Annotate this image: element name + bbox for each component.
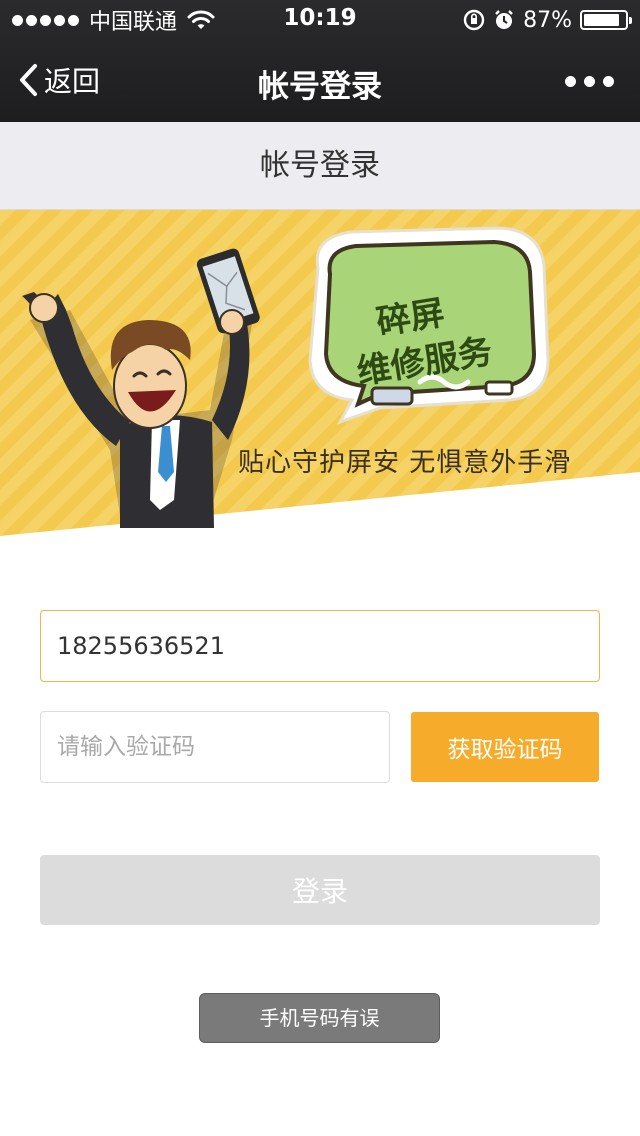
more-options-button[interactable] bbox=[565, 76, 614, 87]
status-right: 87% bbox=[463, 6, 632, 34]
more-dot-icon bbox=[584, 76, 595, 87]
banner-illustration bbox=[0, 210, 640, 536]
verification-code-input[interactable] bbox=[40, 711, 390, 783]
battery-percent: 87% bbox=[523, 7, 572, 33]
phone-number-input[interactable] bbox=[40, 610, 600, 682]
back-button[interactable]: 返回 bbox=[18, 60, 100, 100]
top-bar: 中国联通 10:19 87% 返回 帐号登录 bbox=[0, 0, 640, 122]
chevron-left-icon bbox=[20, 64, 37, 96]
battery-fill bbox=[584, 14, 619, 26]
more-dot-icon bbox=[565, 76, 576, 87]
status-bar: 中国联通 10:19 87% bbox=[0, 0, 640, 40]
page-title: 帐号登录 bbox=[0, 122, 640, 210]
banner-slogan: 贴心守护屏安 无惧意外手滑 bbox=[238, 448, 572, 478]
more-dot-icon bbox=[603, 76, 614, 87]
battery-icon bbox=[580, 10, 632, 30]
rotation-lock-icon bbox=[463, 9, 485, 31]
login-button[interactable]: 登录 bbox=[40, 855, 600, 925]
get-verification-code-button[interactable]: 获取验证码 bbox=[411, 712, 599, 782]
error-toast: 手机号码有误 bbox=[199, 993, 440, 1043]
back-label: 返回 bbox=[44, 65, 101, 98]
navigation-bar: 返回 帐号登录 bbox=[0, 40, 640, 122]
promo-banner: 碎屏 维修服务 贴心守护屏安 无惧意外手滑 bbox=[0, 210, 640, 536]
alarm-icon bbox=[495, 10, 513, 29]
